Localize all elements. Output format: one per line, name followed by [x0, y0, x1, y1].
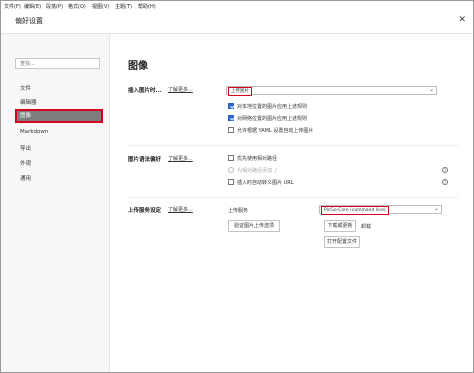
network-images-checkbox[interactable] — [228, 115, 234, 121]
upload-learn-more-link[interactable]: 了解更多... — [168, 206, 193, 213]
settings-content: 图像 插入图片时... 了解更多... 上传图片 ⌄ 对本地位置的图片应用上述规… — [110, 34, 473, 372]
sidebar: 文件 编辑器 图像 Markdown 导出 外观 通用 — [1, 34, 110, 372]
verify-upload-button[interactable]: 验证图片上传选项 — [228, 220, 280, 232]
insert-image-label: 插入图片时... — [128, 88, 162, 94]
network-images-label: 对网络位置的图片应用上述规则 — [237, 116, 308, 122]
section-divider — [128, 197, 458, 198]
window-title: 偏好设置 — [15, 17, 43, 25]
chevron-down-icon: ⌄ — [433, 205, 439, 212]
local-images-label: 对本地位置的图片应用上述规则 — [237, 104, 308, 110]
uninstall-link[interactable]: 卸载 — [361, 223, 371, 230]
insert-action-value: 上传图片 — [228, 87, 252, 96]
sidebar-item-image[interactable]: 图像 — [15, 109, 103, 123]
upload-service-select[interactable]: PicGo-Core (command line) ⌄ — [319, 205, 442, 215]
menu-help[interactable]: 帮助(H) — [138, 3, 156, 10]
upload-service-label: 上传服务设定 — [128, 208, 162, 214]
menu-paragraph[interactable]: 段落(P) — [46, 3, 63, 10]
search-input[interactable] — [15, 58, 100, 69]
upload-service-value: PicGo-Core (command line) — [321, 206, 389, 215]
insert-action-select[interactable]: 上传图片 ⌄ — [226, 86, 437, 96]
menu-format[interactable]: 格式(O) — [68, 3, 86, 10]
sidebar-item-markdown[interactable]: Markdown — [20, 129, 48, 135]
help-icon[interactable]: ? — [442, 167, 448, 173]
yaml-upload-checkbox[interactable] — [228, 127, 234, 133]
menu-theme[interactable]: 主题(T) — [115, 3, 132, 10]
relative-path-label: 优先使用相对路径 — [237, 156, 278, 162]
escape-url-label: 插入时自动转义图片 URL — [237, 180, 294, 186]
page-title: 图像 — [128, 61, 148, 72]
local-images-checkbox[interactable] — [228, 103, 234, 109]
open-config-button[interactable]: 打开配置文件 — [324, 236, 360, 248]
syntax-learn-more-link[interactable]: 了解更多... — [168, 155, 193, 162]
download-update-button[interactable]: 下载或更新 — [324, 220, 356, 232]
insert-learn-more-link[interactable]: 了解更多... — [168, 86, 193, 93]
help-icon[interactable]: ? — [442, 179, 448, 185]
dot-slash-label: 为相对路径添加 ./ — [237, 168, 277, 174]
sidebar-item-appearance[interactable]: 外观 — [20, 159, 31, 167]
menu-edit[interactable]: 编辑(E) — [24, 3, 41, 10]
sidebar-item-export[interactable]: 导出 — [20, 144, 31, 152]
escape-url-checkbox[interactable] — [228, 179, 234, 185]
chevron-down-icon: ⌄ — [428, 86, 434, 93]
yaml-upload-label: 允许根据 YAML 设置自动上传图片 — [237, 128, 314, 134]
section-divider — [128, 145, 458, 146]
close-icon[interactable]: ✕ — [458, 15, 466, 25]
menu-file[interactable]: 文件(F) — [4, 3, 21, 10]
menu-bar: 文件(F) 编辑(E) 段落(P) 格式(O) 视图(V) 主题(T) 帮助(H… — [1, 1, 473, 11]
relative-path-checkbox[interactable] — [228, 155, 234, 161]
sidebar-item-file[interactable]: 文件 — [20, 84, 31, 92]
sidebar-item-editor[interactable]: 编辑器 — [20, 98, 37, 106]
dot-slash-radio — [228, 167, 234, 173]
menu-view[interactable]: 视图(V) — [92, 3, 109, 10]
service-field-label: 上传服务 — [228, 208, 249, 214]
sidebar-item-general[interactable]: 通用 — [20, 174, 31, 182]
syntax-pref-label: 图片语法偏好 — [128, 157, 162, 163]
